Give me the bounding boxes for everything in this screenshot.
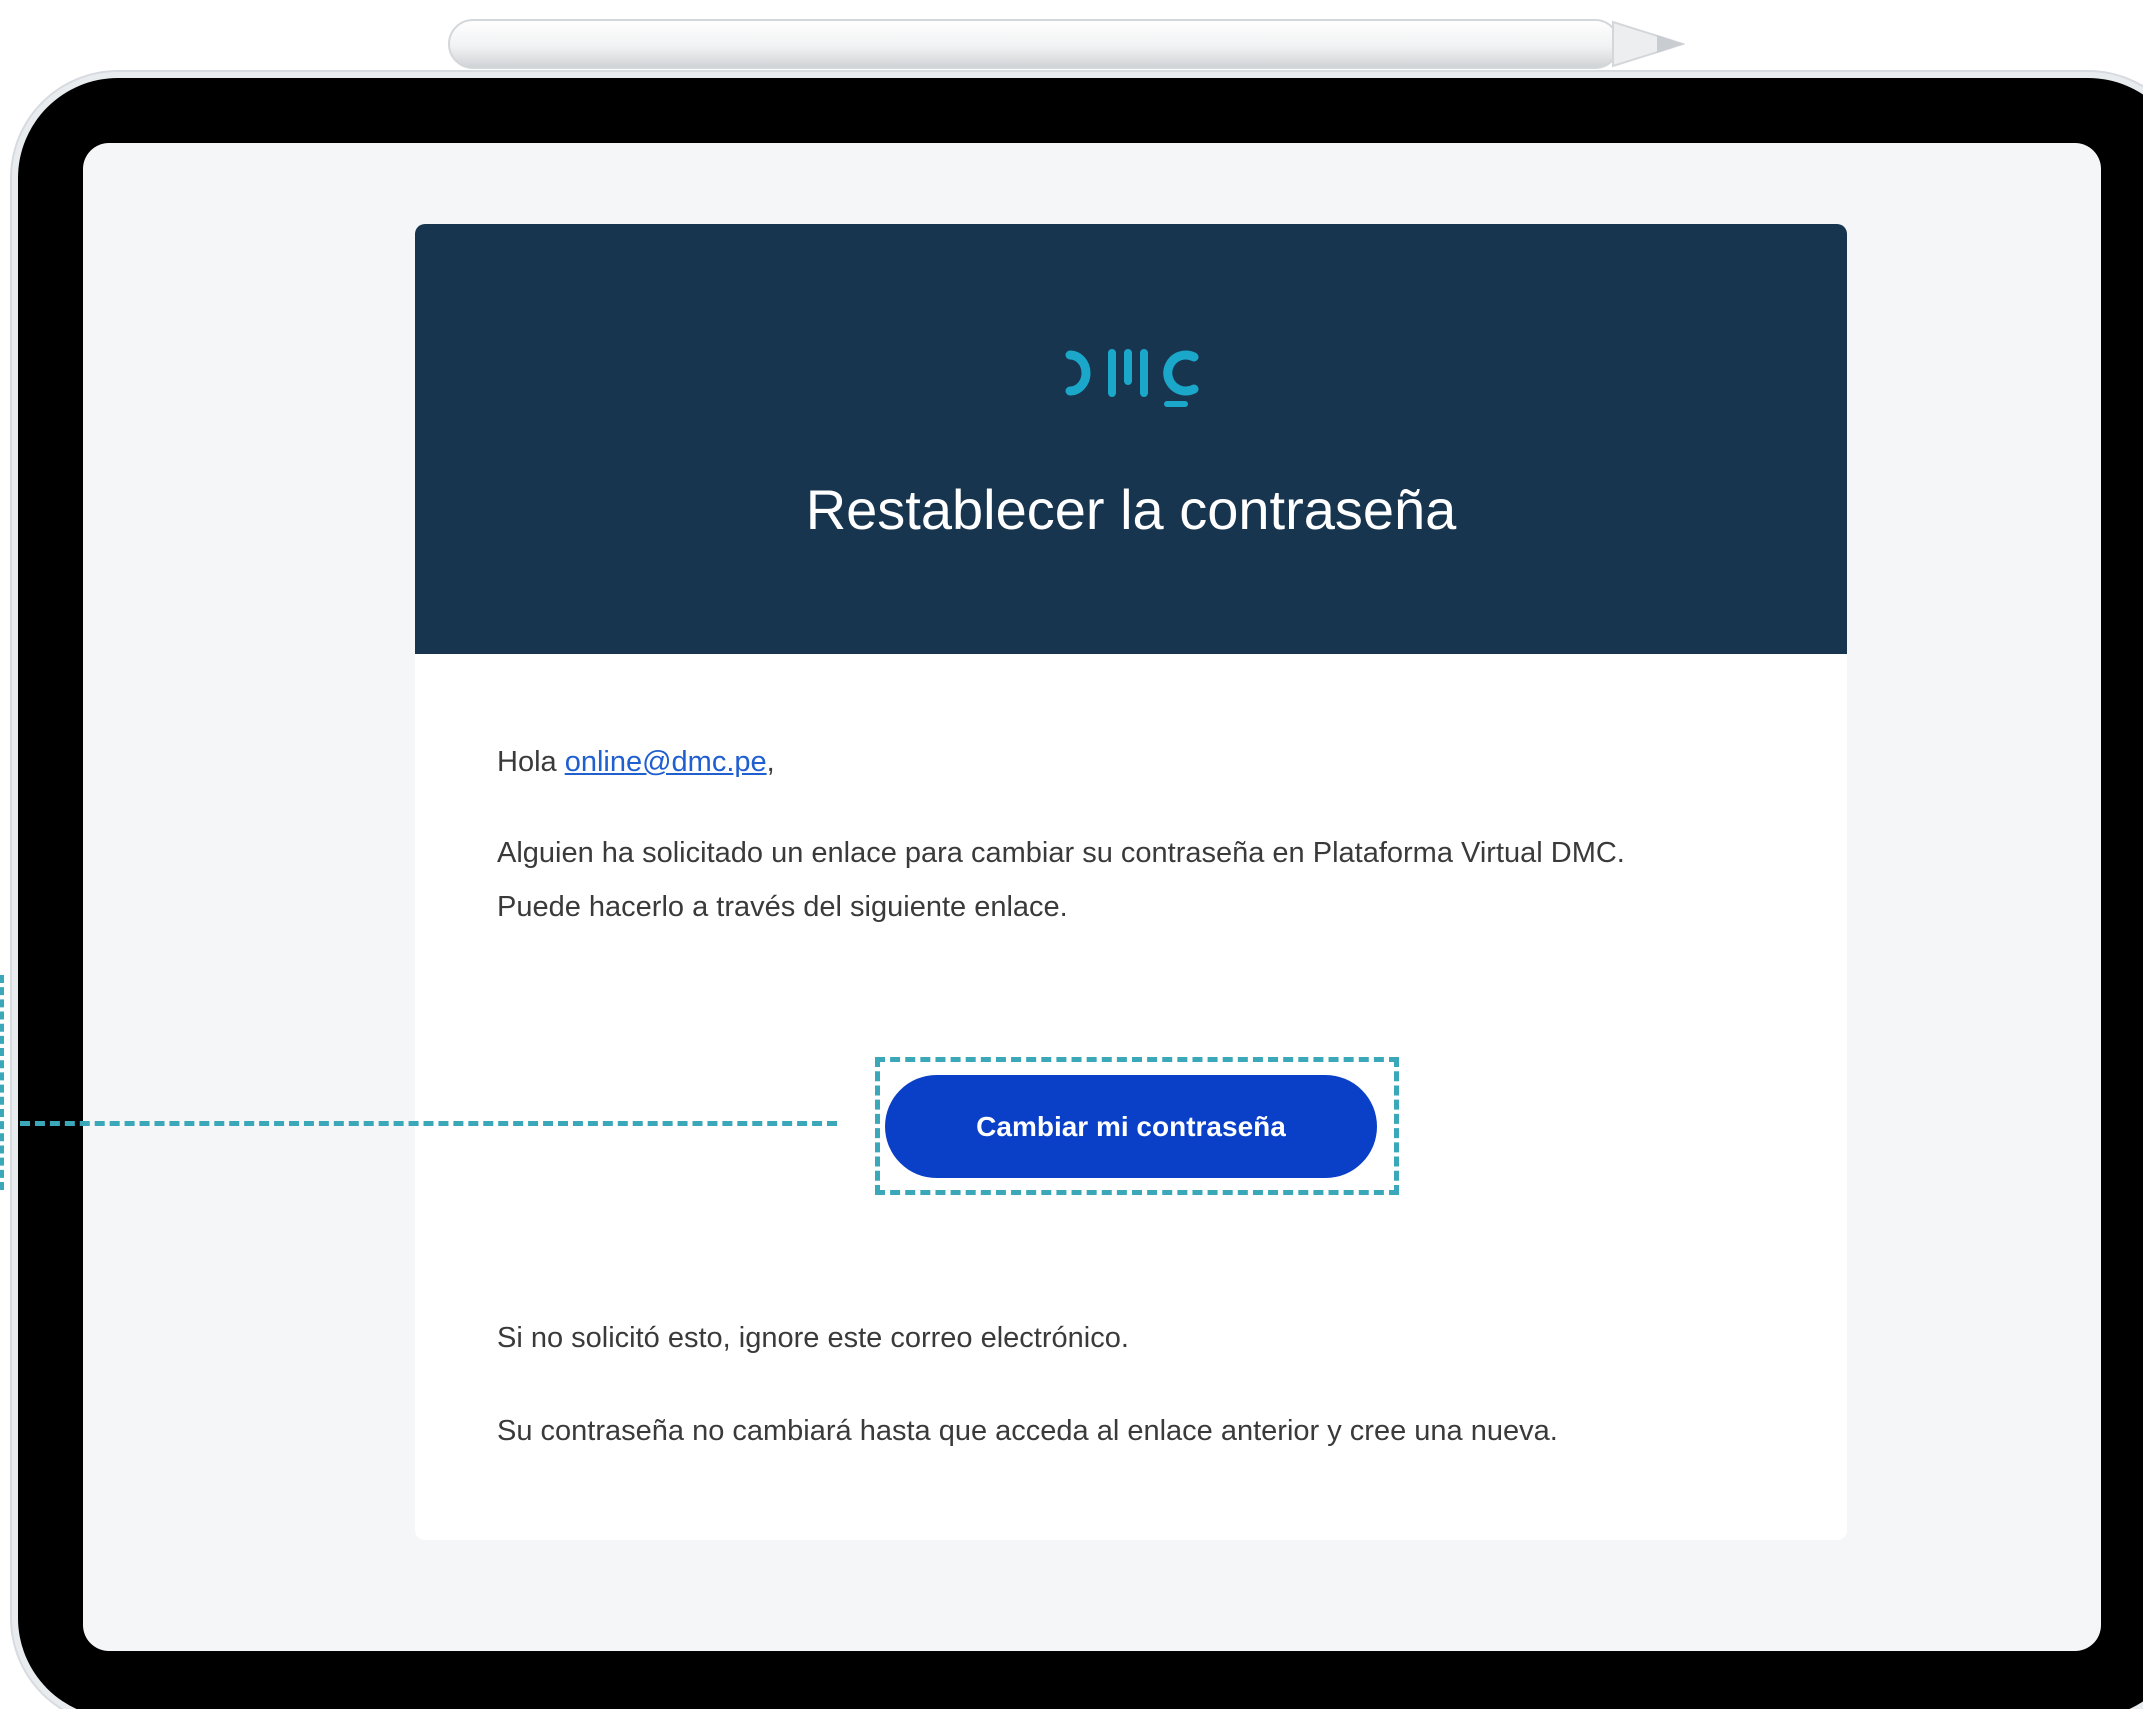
email-header bbox=[415, 224, 1847, 654]
ignore-notice: Si no solicitó esto, ignore este correo … bbox=[497, 1322, 1129, 1354]
greeting-line: Hola online@dmc.pe, bbox=[497, 742, 775, 782]
email-title: Restablecer la contraseña bbox=[805, 478, 1457, 541]
request-paragraph: Alguien ha solicitado un enlace para cam… bbox=[497, 837, 1625, 869]
greeting-prefix: Hola bbox=[497, 746, 565, 778]
recipient-email-link[interactable]: online@dmc.pe bbox=[565, 746, 767, 778]
instruction-paragraph: Puede hacerlo a través del siguiente enl… bbox=[497, 891, 1068, 923]
greeting-suffix: , bbox=[766, 746, 775, 778]
change-password-button[interactable]: Cambiar mi contraseña bbox=[885, 1075, 1377, 1178]
dmc-logo-icon bbox=[1065, 349, 1199, 407]
security-notice: Su contraseña no cambiará hasta que acce… bbox=[497, 1415, 1558, 1447]
annotation-connector-line bbox=[20, 1121, 837, 1126]
stylus-pencil-icon bbox=[448, 19, 1685, 69]
mockup-stage: Restablecer la contraseña Hola online@dm… bbox=[0, 0, 2143, 1709]
annotation-connector-vertical bbox=[0, 975, 4, 1190]
